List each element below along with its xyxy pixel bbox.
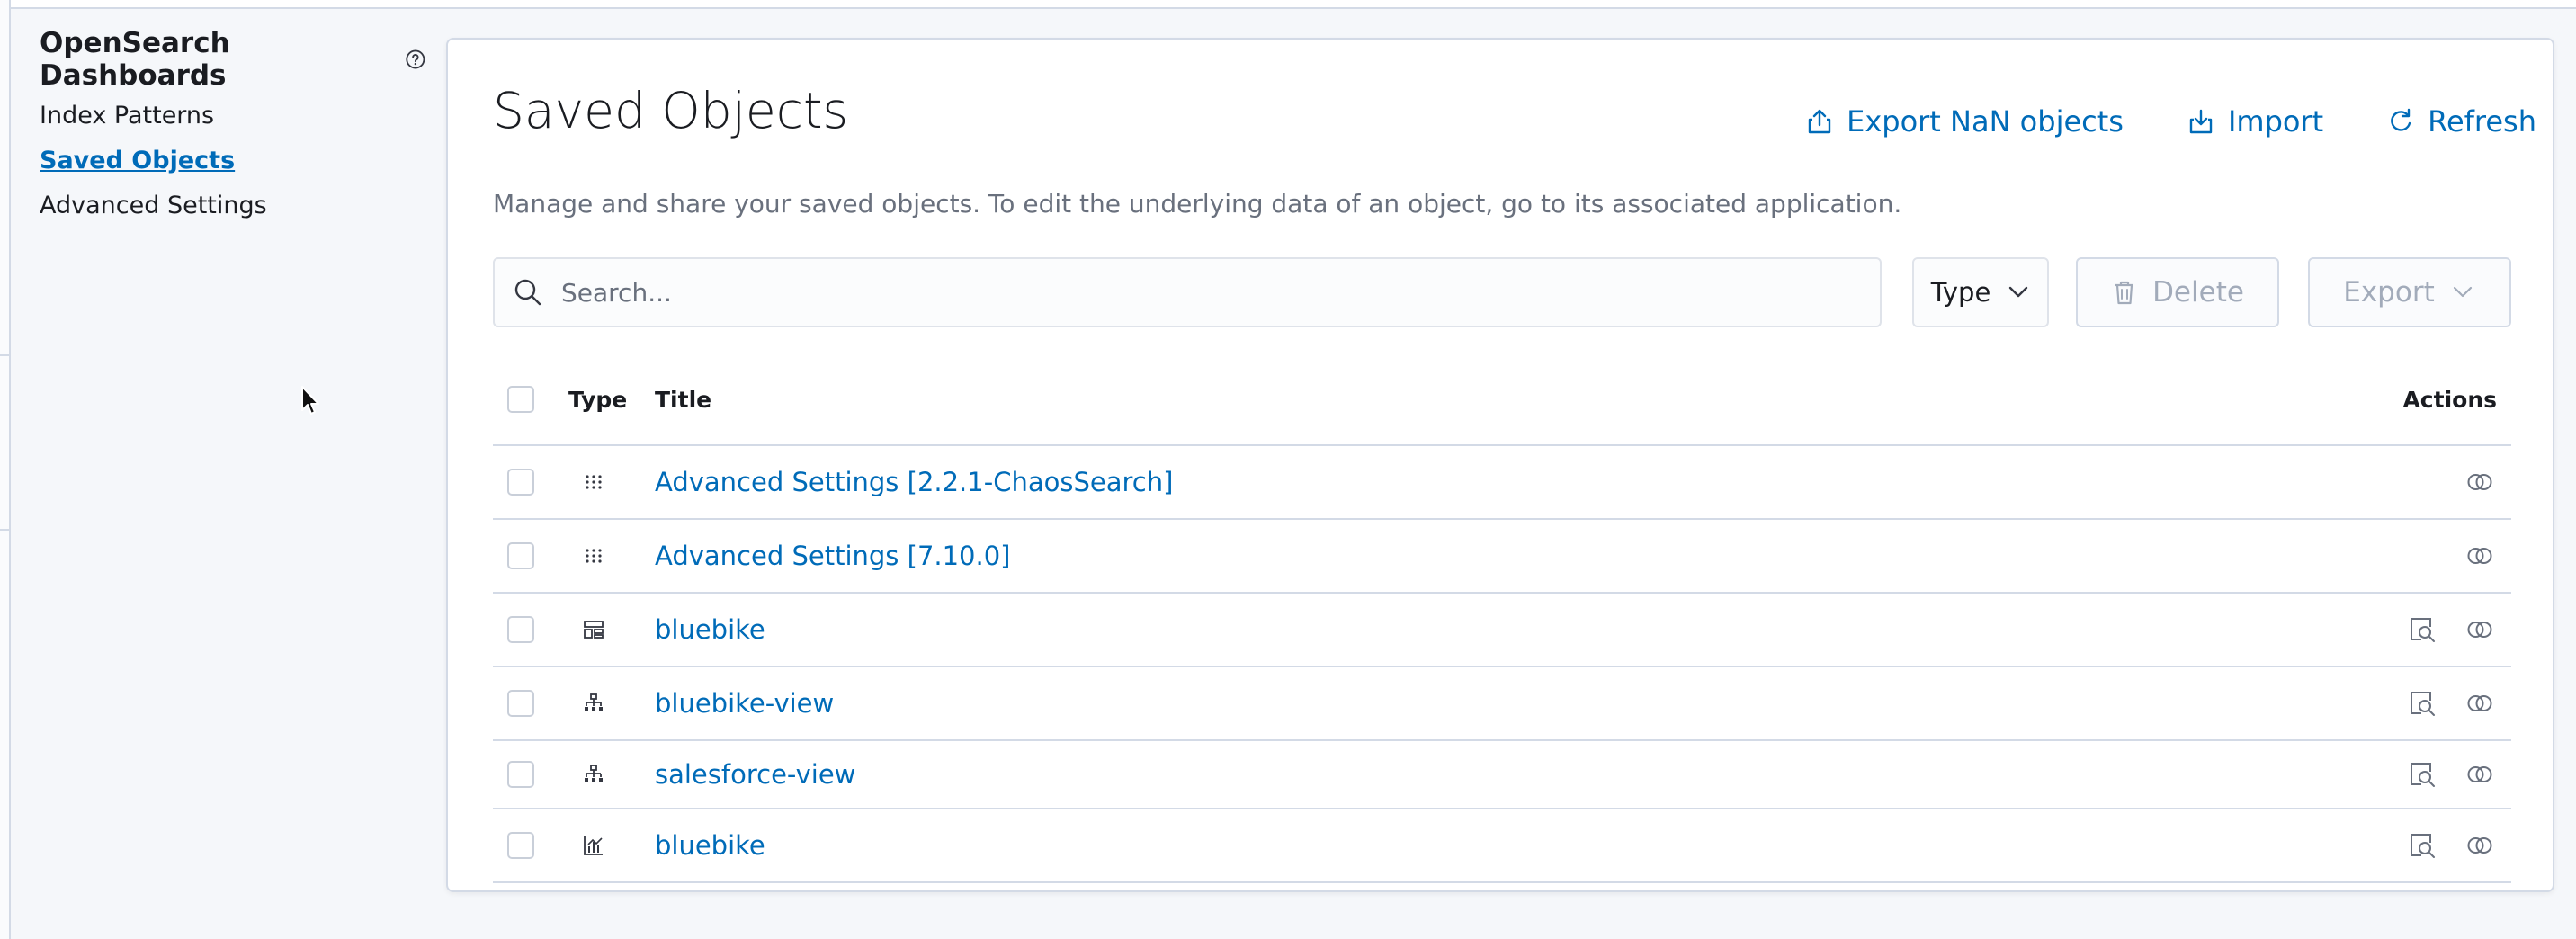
row-title-link[interactable]: bluebike-view bbox=[655, 688, 2349, 719]
chevron-down-icon bbox=[2453, 286, 2472, 298]
row-select-cell bbox=[493, 690, 568, 717]
chevron-down-icon bbox=[2009, 286, 2028, 298]
row-actions bbox=[2349, 614, 2511, 645]
row-actions bbox=[2349, 830, 2511, 861]
export-all-button[interactable]: Export NaN objects bbox=[1805, 104, 2124, 139]
type-filter-button[interactable]: Type bbox=[1912, 257, 2049, 327]
table-row: bluebike bbox=[493, 594, 2511, 667]
type-cell bbox=[568, 691, 655, 716]
nav-divider bbox=[0, 354, 9, 356]
table-row: salesforce-view bbox=[493, 741, 2511, 809]
row-title-link[interactable]: Advanced Settings [2.2.1-ChaosSearch] bbox=[655, 467, 2349, 497]
sidebar-item-saved-objects[interactable]: Saved Objects bbox=[40, 139, 426, 183]
type-cell bbox=[568, 762, 655, 787]
row-title-link[interactable]: Advanced Settings [7.10.0] bbox=[655, 541, 2349, 571]
column-header-actions: Actions bbox=[2402, 386, 2497, 413]
saved-objects-table: Type Title Actions Advanced Settings [2.… bbox=[493, 354, 2511, 883]
relationships-icon[interactable] bbox=[2464, 830, 2495, 861]
type-cell bbox=[568, 543, 655, 568]
relationships-icon[interactable] bbox=[2464, 467, 2495, 497]
row-select-cell bbox=[493, 761, 568, 788]
type-cell bbox=[568, 470, 655, 495]
type-cell bbox=[568, 617, 655, 642]
export-all-label: Export NaN objects bbox=[1847, 104, 2124, 139]
visualization-icon bbox=[584, 836, 603, 855]
index-pattern-icon bbox=[585, 765, 603, 782]
sidebar-header: OpenSearch Dashboards bbox=[40, 27, 426, 92]
row-actions bbox=[2349, 467, 2511, 497]
import-button[interactable]: Import bbox=[2187, 104, 2323, 139]
sidebar-item-index-patterns[interactable]: Index Patterns bbox=[40, 94, 426, 139]
import-icon bbox=[2189, 109, 2213, 134]
select-all-checkbox[interactable] bbox=[507, 386, 534, 413]
delete-button[interactable]: Delete bbox=[2076, 257, 2279, 327]
row-title-link[interactable]: bluebike bbox=[655, 830, 2349, 861]
search-box[interactable] bbox=[493, 257, 1882, 327]
column-header-title[interactable]: Title bbox=[655, 387, 2349, 413]
row-checkbox[interactable] bbox=[507, 616, 534, 643]
inspect-icon[interactable] bbox=[2407, 759, 2437, 790]
refresh-icon bbox=[2391, 108, 2411, 131]
inspect-icon[interactable] bbox=[2407, 688, 2437, 719]
export-button[interactable]: Export bbox=[2308, 257, 2511, 327]
index-pattern-icon bbox=[585, 693, 603, 711]
mouse-cursor-icon bbox=[301, 386, 319, 415]
trash-icon bbox=[2115, 281, 2134, 305]
search-input[interactable] bbox=[559, 276, 1822, 309]
table-header: Type Title Actions bbox=[493, 354, 2511, 446]
row-select-cell bbox=[493, 542, 568, 569]
inspect-icon[interactable] bbox=[2407, 614, 2437, 645]
row-checkbox[interactable] bbox=[507, 832, 534, 859]
relationships-icon[interactable] bbox=[2464, 759, 2495, 790]
management-sidebar: OpenSearch Dashboards Index Patterns Sav… bbox=[40, 27, 426, 228]
saved-objects-panel: Saved Objects Export NaN objects Import … bbox=[446, 38, 2554, 892]
nav-divider bbox=[0, 529, 9, 531]
page-description: Manage and share your saved objects. To … bbox=[493, 189, 1902, 219]
relationships-icon[interactable] bbox=[2464, 688, 2495, 719]
column-header-type[interactable]: Type bbox=[568, 387, 655, 413]
type-cell bbox=[568, 833, 655, 858]
dashboard-icon bbox=[584, 621, 604, 639]
advanced-settings-icon bbox=[586, 475, 602, 489]
row-select-cell bbox=[493, 616, 568, 643]
table-row: bluebike-view bbox=[493, 667, 2511, 741]
inspect-icon[interactable] bbox=[2407, 830, 2437, 861]
type-filter-label: Type bbox=[1930, 277, 1991, 308]
advanced-settings-icon bbox=[586, 549, 602, 563]
help-icon[interactable] bbox=[405, 48, 426, 71]
import-label: Import bbox=[2227, 104, 2324, 139]
relationships-icon[interactable] bbox=[2464, 614, 2495, 645]
row-select-cell bbox=[493, 469, 568, 496]
row-actions bbox=[2349, 759, 2511, 790]
sidebar-item-advanced-settings[interactable]: Advanced Settings bbox=[40, 183, 426, 228]
refresh-button[interactable]: Refresh bbox=[2386, 104, 2536, 139]
row-title-link[interactable]: bluebike bbox=[655, 614, 2349, 645]
row-checkbox[interactable] bbox=[507, 469, 534, 496]
search-icon bbox=[514, 279, 541, 306]
select-all-cell bbox=[493, 386, 568, 413]
table-row: Advanced Settings [7.10.0] bbox=[493, 520, 2511, 594]
top-bar bbox=[0, 0, 2576, 9]
row-actions bbox=[2349, 688, 2511, 719]
row-checkbox[interactable] bbox=[507, 761, 534, 788]
table-row: bluebike bbox=[493, 809, 2511, 883]
refresh-label: Refresh bbox=[2428, 104, 2536, 139]
row-checkbox[interactable] bbox=[507, 690, 534, 717]
export-icon bbox=[1808, 109, 1831, 134]
table-row: Advanced Settings [2.2.1-ChaosSearch] bbox=[493, 446, 2511, 520]
left-nav-edge bbox=[0, 0, 11, 939]
sidebar-title: OpenSearch Dashboards bbox=[40, 27, 230, 92]
header-actions: Export NaN objects Import Refresh bbox=[1805, 104, 2536, 139]
row-actions bbox=[2349, 541, 2511, 571]
export-label: Export bbox=[2343, 276, 2435, 309]
row-checkbox[interactable] bbox=[507, 542, 534, 569]
row-select-cell bbox=[493, 832, 568, 859]
row-title-link[interactable]: salesforce-view bbox=[655, 759, 2349, 790]
page-title: Saved Objects bbox=[493, 82, 849, 139]
delete-label: Delete bbox=[2152, 276, 2244, 309]
relationships-icon[interactable] bbox=[2464, 541, 2495, 571]
